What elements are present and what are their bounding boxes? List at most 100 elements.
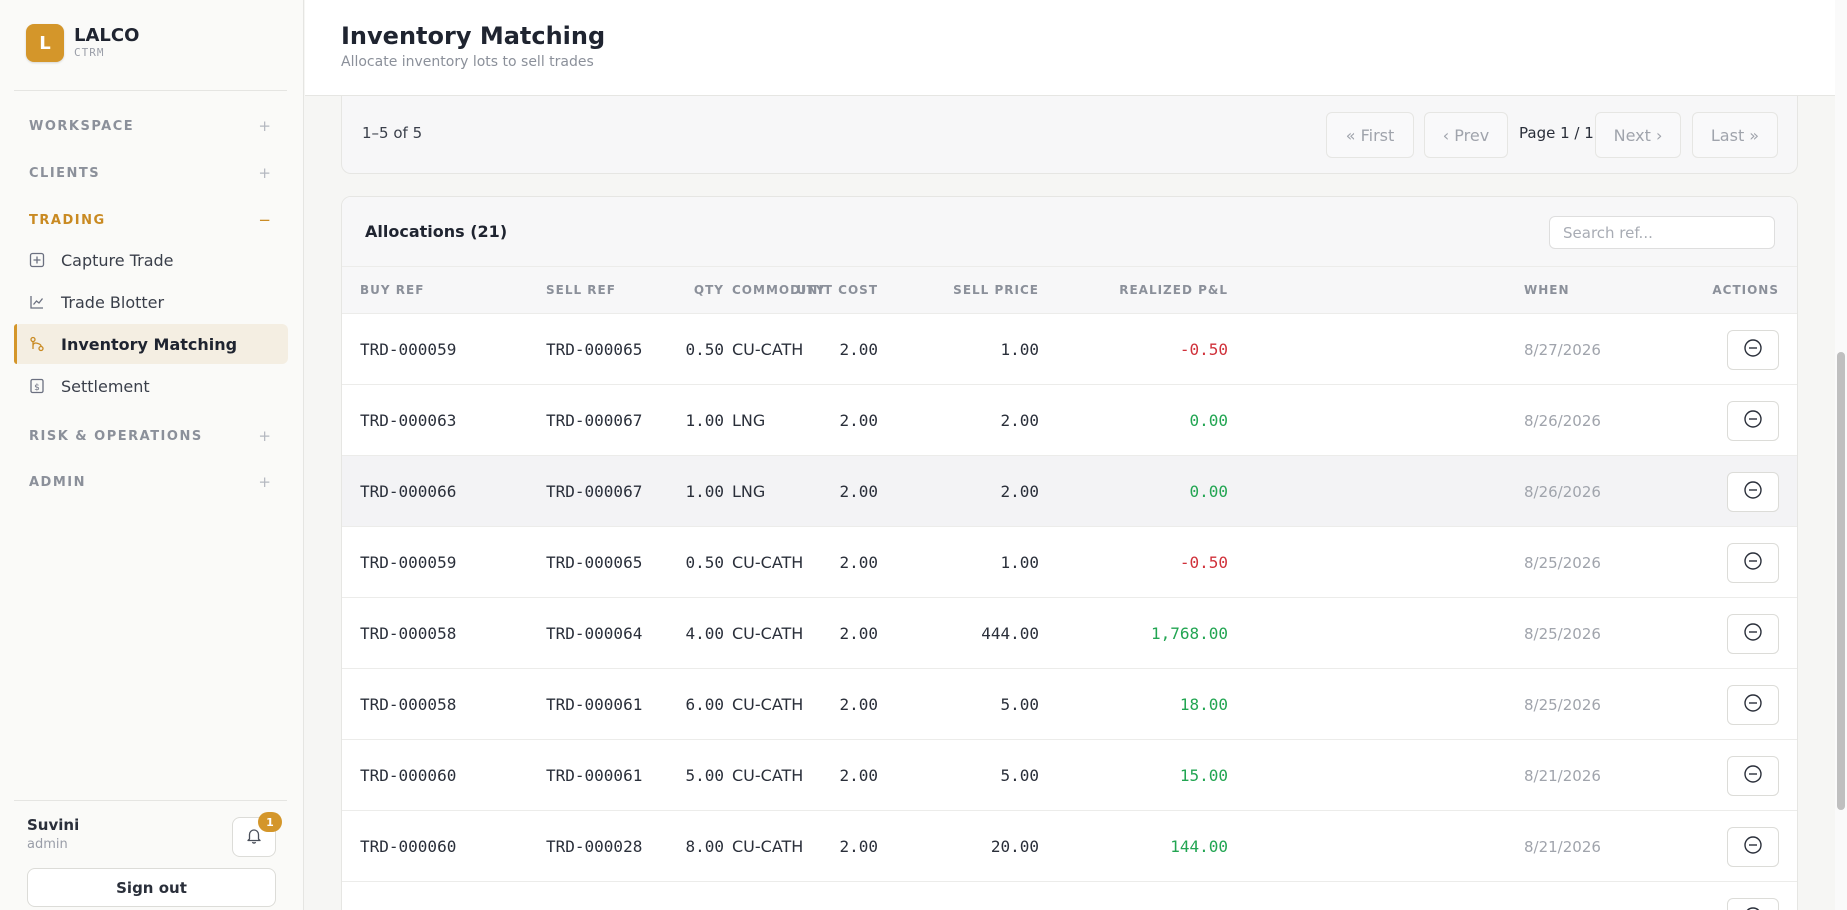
allocation-date: 8/25/2026 — [1524, 696, 1601, 714]
table-row[interactable]: TRD-000059 TRD-000065 CU-CATH 0.50 2.00 1.00 -… — [342, 527, 1797, 598]
allocations-card: Allocations (21) BUY REF SELL REF COMMOD… — [341, 196, 1798, 910]
brand-subtitle: CTRM — [74, 46, 105, 59]
sidebar-item-settlement[interactable]: $ Settlement — [14, 366, 288, 406]
minus-circle-icon — [1743, 835, 1763, 859]
notification-count-badge: 1 — [258, 812, 282, 832]
page-indicator: Page 1 / 1 — [1519, 124, 1594, 142]
unallocate-button[interactable] — [1727, 827, 1779, 867]
column-header[interactable]: BUY REF — [360, 283, 424, 297]
sign-out-button[interactable]: Sign out — [27, 868, 276, 907]
unit-cost: 2.00 — [839, 411, 878, 430]
buy-ref: TRD-000059 — [360, 340, 457, 359]
sell-ref: TRD-000028 — [546, 837, 643, 856]
user-role: admin — [27, 837, 68, 852]
unallocate-button[interactable] — [1727, 472, 1779, 512]
table-row[interactable]: TRD-000059 TRD-000065 CU-CATH 0.50 2.00 1.00 -… — [342, 314, 1797, 385]
unallocate-button[interactable] — [1727, 401, 1779, 441]
sidebar-item-label: Capture Trade — [61, 250, 174, 270]
next-page-button[interactable]: Next › — [1595, 112, 1681, 158]
sidebar-item-trade-blotter[interactable]: Trade Blotter — [14, 282, 288, 322]
nav-section-workspace[interactable]: WORKSPACE + — [29, 117, 271, 135]
dollar-receipt-icon: $ — [29, 378, 45, 394]
allocations-title: Allocations (21) — [365, 222, 508, 241]
table-row[interactable]: TRD-000060TRD-000061CU-CATH10.002.005.00… — [342, 882, 1797, 910]
allocation-date: 8/26/2026 — [1524, 412, 1601, 430]
sidebar-item-label: Trade Blotter — [61, 292, 165, 312]
sidebar-item-capture-trade[interactable]: Capture Trade — [14, 240, 288, 280]
nav-section-risk-operations[interactable]: RISK & OPERATIONS + — [29, 427, 271, 445]
scrollbar[interactable] — [1835, 0, 1847, 910]
column-header[interactable]: REALIZED P&L — [1119, 283, 1228, 297]
qty: 1.00 — [685, 482, 724, 501]
unit-cost: 2.00 — [839, 766, 878, 785]
svg-text:$: $ — [34, 383, 40, 393]
qty: 8.00 — [685, 837, 724, 856]
column-header[interactable]: SELL REF — [546, 283, 616, 297]
sidebar-item-label: Settlement — [61, 376, 150, 396]
column-header[interactable]: UNIT COST — [797, 283, 878, 297]
commodity: LNG — [732, 411, 766, 430]
nav-section-label: WORKSPACE — [29, 118, 135, 134]
unallocate-button[interactable] — [1727, 614, 1779, 654]
minus-circle-icon — [1743, 480, 1763, 504]
qty: 0.50 — [685, 553, 724, 572]
commodity: CU-CATH — [732, 553, 804, 572]
sell-ref: TRD-000067 — [546, 482, 643, 501]
realized-pl: 15.00 — [1179, 766, 1228, 785]
commodity: CU-CATH — [732, 340, 804, 359]
unit-cost: 2.00 — [839, 695, 878, 714]
page-header: Inventory Matching Allocate inventory lo… — [305, 0, 1847, 96]
qty: 5.00 — [685, 766, 724, 785]
unallocate-button[interactable] — [1727, 898, 1779, 910]
unallocate-button[interactable] — [1727, 685, 1779, 725]
sidebar: L LALCO CTRM WORKSPACE + CLIENTS + TRADI… — [0, 0, 304, 910]
realized-pl: 18.00 — [1179, 695, 1228, 714]
commodity: CU-CATH — [732, 766, 804, 785]
last-page-button[interactable]: Last » — [1692, 112, 1778, 158]
page-title: Inventory Matching — [341, 22, 606, 50]
buy-ref: TRD-000059 — [360, 553, 457, 572]
commodity: CU-CATH — [732, 695, 804, 714]
sell-ref: TRD-000061 — [546, 695, 643, 714]
sell-ref: TRD-000061 — [546, 766, 643, 785]
table-row[interactable]: TRD-000060 TRD-000061 CU-CATH 5.00 2.00 5.00 1… — [342, 740, 1797, 811]
nav-section-trading[interactable]: TRADING − — [29, 211, 271, 229]
realized-pl: 144.00 — [1170, 837, 1228, 856]
unit-cost: 2.00 — [839, 482, 878, 501]
brand-name: LALCO — [74, 25, 140, 46]
sell-price: 1.00 — [1000, 340, 1039, 359]
sell-price: 20.00 — [990, 837, 1039, 856]
buy-ref: TRD-000060 — [360, 837, 457, 856]
unit-cost: 2.00 — [839, 624, 878, 643]
unallocate-button[interactable] — [1727, 543, 1779, 583]
sidebar-item-label: Inventory Matching — [61, 334, 238, 354]
brand[interactable]: L LALCO CTRM — [26, 24, 139, 62]
sell-price: 1.00 — [1000, 553, 1039, 572]
sidebar-item-inventory-matching[interactable]: Inventory Matching — [14, 324, 288, 364]
search-ref-input[interactable] — [1549, 216, 1775, 249]
unallocate-button[interactable] — [1727, 330, 1779, 370]
nav-section-admin[interactable]: ADMIN + — [29, 473, 271, 491]
column-header[interactable]: QTY — [694, 283, 724, 297]
realized-pl: -0.50 — [1179, 340, 1228, 359]
nav-section-clients[interactable]: CLIENTS + — [29, 164, 271, 182]
table-row[interactable]: TRD-000066 TRD-000067 LNG 1.00 2.00 2.00 0.00 8… — [342, 456, 1797, 527]
plus-square-icon — [29, 252, 45, 268]
minus-circle-icon — [1743, 551, 1763, 575]
page-subtitle: Allocate inventory lots to sell trades — [341, 54, 594, 70]
table-row[interactable]: TRD-000063 TRD-000067 LNG 1.00 2.00 2.00 0.00 8… — [342, 385, 1797, 456]
column-header[interactable]: WHEN — [1524, 283, 1570, 297]
column-header: ACTIONS — [1712, 283, 1779, 297]
realized-pl: 0.00 — [1189, 411, 1228, 430]
column-header[interactable]: SELL PRICE — [953, 283, 1039, 297]
unallocate-button[interactable] — [1727, 756, 1779, 796]
expand-icon: + — [258, 164, 271, 182]
minus-circle-icon — [1743, 622, 1763, 646]
first-page-button[interactable]: « First — [1326, 112, 1414, 158]
table-row[interactable]: TRD-000058 TRD-000061 CU-CATH 6.00 2.00 5.00 1… — [342, 669, 1797, 740]
table-row[interactable]: TRD-000060 TRD-000028 CU-CATH 8.00 2.00 20.00… — [342, 811, 1797, 882]
scrollbar-thumb[interactable] — [1837, 352, 1845, 810]
prev-page-button[interactable]: ‹ Prev — [1424, 112, 1508, 158]
table-row[interactable]: TRD-000058 TRD-000064 CU-CATH 4.00 2.00 444.0… — [342, 598, 1797, 669]
expand-icon: + — [258, 473, 271, 491]
